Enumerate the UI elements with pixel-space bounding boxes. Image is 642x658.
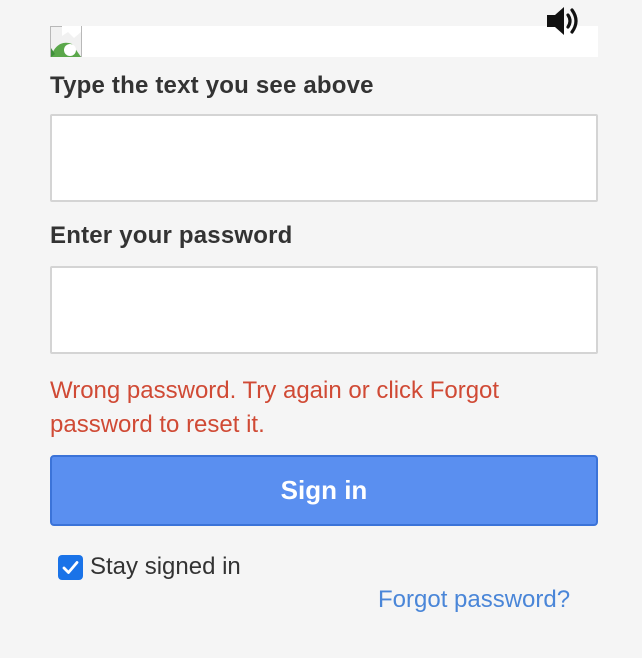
forgot-password-link[interactable]: Forgot password?: [378, 586, 570, 614]
captcha-input[interactable]: [50, 114, 598, 202]
checkmark-icon: [62, 560, 79, 574]
audio-captcha-button[interactable]: [542, 4, 584, 42]
stay-signed-in-label[interactable]: Stay signed in: [90, 553, 241, 581]
stay-signed-in-row: Stay signed in: [58, 552, 241, 582]
captcha-image: [50, 26, 598, 57]
speaker-icon: [543, 3, 583, 44]
sign-in-form: Type the text you see above Enter your p…: [0, 0, 642, 658]
password-label: Enter your password: [50, 222, 293, 249]
broken-image-icon: [50, 26, 82, 57]
stay-signed-in-checkbox[interactable]: [58, 554, 83, 580]
password-input[interactable]: [50, 266, 598, 354]
sign-in-button[interactable]: Sign in: [50, 455, 598, 526]
error-message: Wrong password. Try again or click Forgo…: [50, 377, 500, 438]
captcha-label: Type the text you see above: [50, 72, 374, 99]
